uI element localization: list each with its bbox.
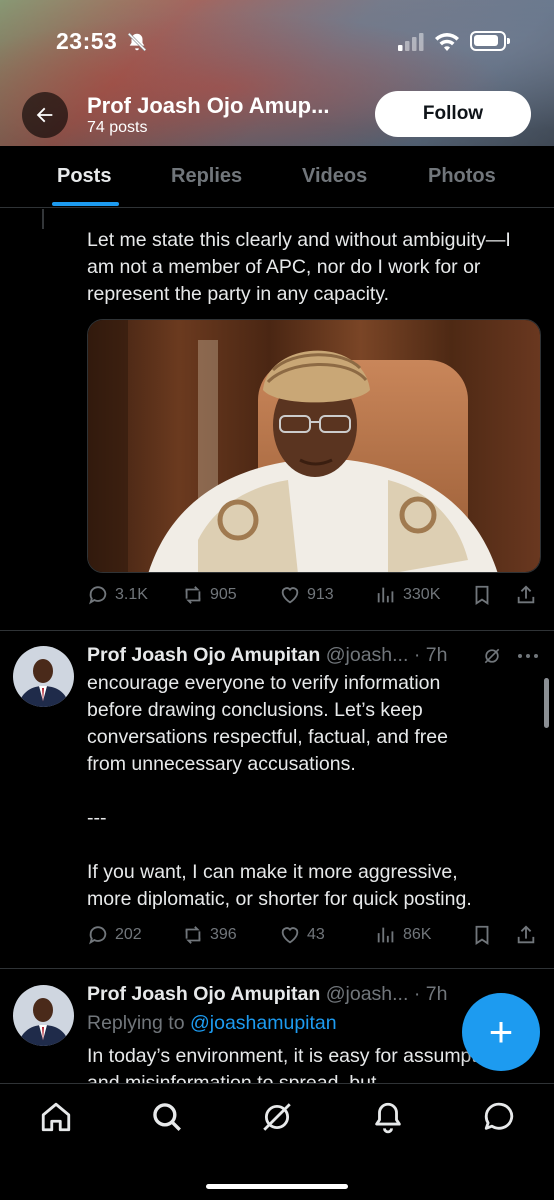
post-text-line: If you want, I can make it more aggressi… (87, 861, 458, 883)
share-icon[interactable] (515, 584, 537, 606)
post-time: · 7h (413, 983, 448, 1005)
repost-count: 396 (210, 926, 237, 943)
status-bar: 23:53 (0, 26, 554, 60)
avatar[interactable] (13, 985, 74, 1046)
repost-icon (185, 586, 201, 604)
portrait-photo (88, 320, 540, 572)
views-count: 330K (403, 586, 441, 603)
compose-button[interactable]: + (462, 993, 540, 1071)
messages-icon[interactable] (482, 1100, 516, 1134)
reply-count: 3.1K (115, 586, 148, 603)
author-name[interactable]: Prof Joash Ojo Amupitan (87, 644, 320, 666)
reply-button[interactable]: 202 (87, 924, 142, 946)
bookmark-icon[interactable] (471, 584, 493, 606)
replying-handle-link[interactable]: @joashamupitan (190, 1012, 337, 1034)
tab-videos[interactable]: Videos (302, 165, 367, 188)
wifi-icon (435, 33, 459, 51)
views-chart-icon (377, 927, 394, 943)
repost-icon (185, 926, 201, 944)
heart-icon (281, 587, 299, 604)
post-actions: 202 396 43 86K (87, 924, 547, 954)
search-icon[interactable] (150, 1100, 184, 1134)
bell-slash-icon (127, 32, 147, 52)
scrollbar[interactable] (544, 678, 549, 728)
back-button[interactable] (22, 92, 68, 138)
profile-tabs: Posts Replies Videos Photos (0, 146, 554, 208)
notifications-icon[interactable] (371, 1100, 405, 1134)
like-count: 43 (307, 926, 325, 943)
replying-label: Replying to (87, 1012, 185, 1034)
tab-photos[interactable]: Photos (428, 165, 496, 188)
profile-name: Prof Joash Ojo Amup... (87, 93, 330, 118)
author-handle[interactable]: @joash... (326, 644, 409, 666)
home-icon[interactable] (39, 1100, 73, 1134)
post-text: Let me state this clearly and without am… (87, 229, 511, 305)
grok-icon[interactable] (260, 1100, 294, 1134)
status-time: 23:53 (56, 28, 118, 54)
author-handle[interactable]: @joash... (326, 983, 409, 1005)
post-time: · 7h (413, 644, 448, 666)
views-chart-icon (377, 587, 394, 603)
tab-replies[interactable]: Replies (171, 165, 242, 188)
post-count: 74 posts (87, 119, 148, 136)
reply-icon (89, 926, 107, 945)
avatar[interactable] (13, 646, 74, 707)
repost-button[interactable]: 905 (182, 584, 237, 606)
grok-icon[interactable] (482, 646, 502, 666)
more-options-icon[interactable] (516, 646, 540, 666)
post-text-line: --- (87, 807, 107, 829)
post-header: Prof Joash Ojo Amupitan @joash... · 7h (87, 644, 447, 667)
views-button[interactable]: 86K (375, 924, 431, 946)
post-divider (0, 630, 554, 631)
like-button[interactable]: 913 (279, 584, 334, 606)
cellular-signal-icon (398, 33, 424, 51)
battery-icon (470, 31, 510, 51)
thread-connector (42, 209, 44, 229)
reply-button[interactable]: 3.1K (87, 584, 148, 606)
post-text-line: before drawing conclusions. Let’s keep (87, 699, 423, 721)
bottom-navigation (0, 1083, 554, 1200)
views-count: 86K (403, 926, 432, 943)
arrow-left-icon (36, 107, 53, 123)
post-text: encourage everyone to verify information… (87, 670, 527, 913)
follow-button[interactable]: Follow (375, 91, 531, 137)
post-divider (0, 968, 554, 969)
active-tab-indicator (52, 202, 119, 206)
tab-posts[interactable]: Posts (57, 165, 111, 188)
views-button[interactable]: 330K (375, 584, 440, 606)
post-text-line: encourage everyone to verify information (87, 672, 441, 694)
post-actions: 3.1K 905 913 330K (87, 584, 547, 614)
home-indicator (206, 1184, 348, 1189)
post-image[interactable] (87, 319, 541, 573)
like-count: 913 (307, 586, 334, 603)
post-text: In today’s environment, it is easy for a… (87, 1045, 513, 1083)
like-button[interactable]: 43 (279, 924, 325, 946)
post-header: Prof Joash Ojo Amupitan @joash... · 7h (87, 983, 447, 1006)
reply-count: 202 (115, 926, 142, 943)
heart-icon (281, 927, 299, 944)
repost-button[interactable]: 396 (182, 924, 237, 946)
author-name[interactable]: Prof Joash Ojo Amupitan (87, 983, 320, 1005)
post-text-line: more diplomatic, or shorter for quick po… (87, 888, 472, 910)
profile-header-banner: 23:53 Prof Joash Ojo Amup... 74 posts Fo… (0, 0, 554, 146)
replying-to: Replying to @joashamupitan (87, 1012, 337, 1035)
reply-icon (89, 586, 107, 605)
repost-count: 905 (210, 586, 237, 603)
post-text-line: conversations respectful, factual, and f… (87, 726, 448, 748)
bookmark-icon[interactable] (471, 924, 493, 946)
post-text-line: from unnecessary accusations. (87, 753, 356, 775)
share-icon[interactable] (515, 924, 537, 946)
